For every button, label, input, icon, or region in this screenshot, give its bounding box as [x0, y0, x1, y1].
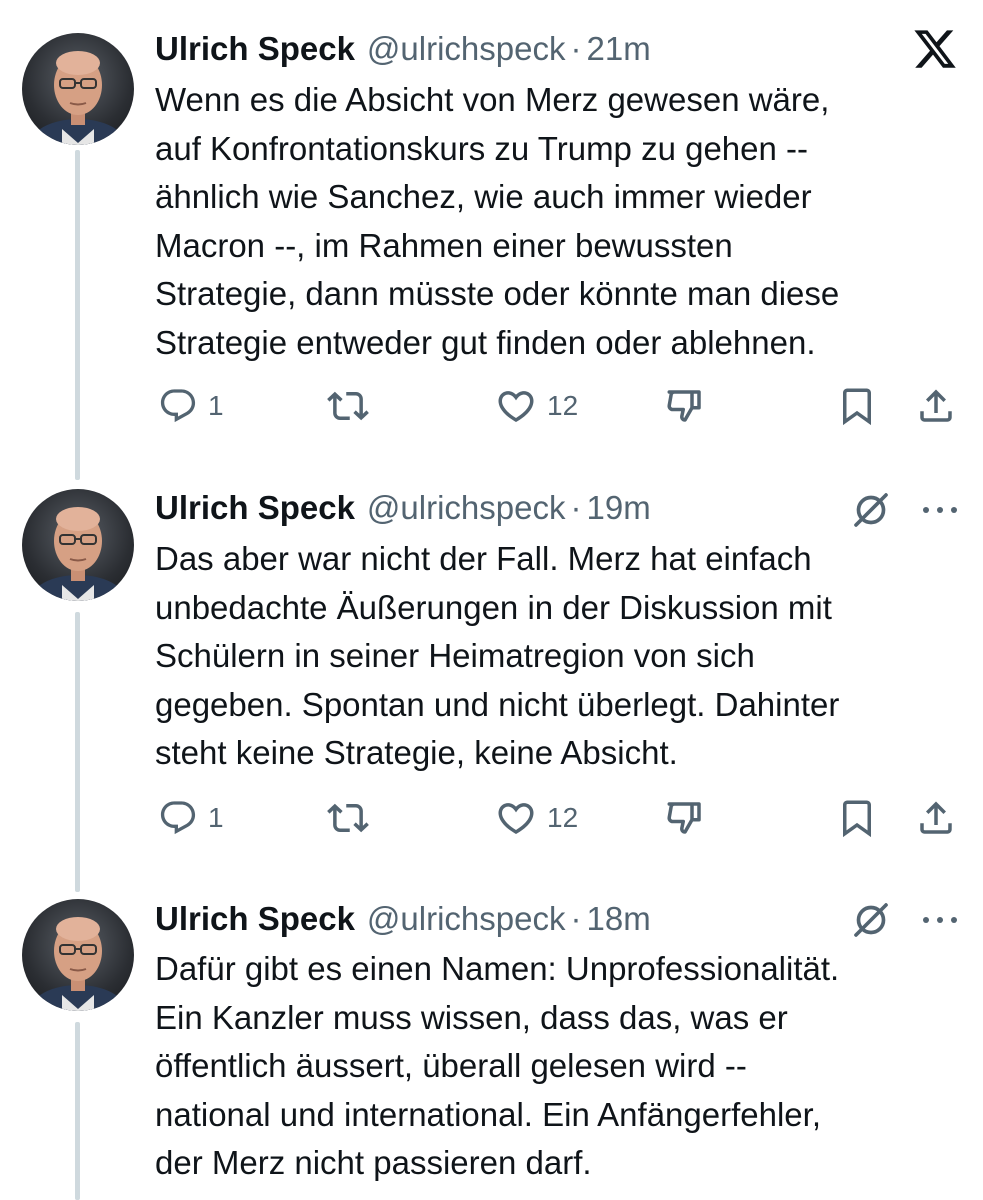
dislike-button[interactable] [664, 383, 706, 429]
timestamp[interactable]: 21m [587, 30, 651, 68]
share-icon [920, 801, 952, 834]
author-name[interactable]: Ulrich Speck [155, 900, 355, 938]
author-handle[interactable]: @ulrichspeck [367, 900, 566, 938]
bookmark-button[interactable] [836, 795, 878, 841]
share-icon [920, 389, 952, 422]
x-logo-icon [914, 30, 956, 68]
retweet-icon [327, 803, 369, 833]
retweet-button[interactable] [327, 795, 369, 841]
reply-icon [160, 801, 196, 835]
dislike-button[interactable] [664, 795, 706, 841]
reply-button[interactable]: 1 [158, 795, 224, 841]
reply-icon [160, 389, 196, 423]
thread-connector [75, 150, 80, 480]
grok-icon[interactable] [851, 490, 891, 530]
tweet-text: Das aber war nicht der Fall. Merz hat ei… [155, 540, 840, 771]
share-button[interactable] [915, 795, 957, 841]
reply-count: 1 [208, 390, 224, 421]
tweet-header: Ulrich Speck @ulrichspeck · 18m [155, 897, 651, 941]
separator-dot: · [570, 489, 582, 526]
bookmark-icon [843, 800, 871, 838]
timestamp[interactable]: 19m [587, 489, 651, 527]
like-count: 12 [547, 390, 579, 421]
tweet-header: Ulrich Speck @ulrichspeck · 21m [155, 27, 651, 71]
more-icon[interactable] [918, 910, 962, 930]
separator-dot: · [570, 900, 582, 937]
author-name[interactable]: Ulrich Speck [155, 30, 355, 68]
reply-button[interactable]: 1 [158, 383, 224, 429]
avatar[interactable] [22, 899, 134, 1011]
like-button[interactable]: 12 [495, 795, 578, 841]
dislike-icon [667, 390, 701, 422]
grok-icon[interactable] [851, 900, 891, 940]
thread-connector [75, 612, 80, 892]
bookmark-icon [843, 388, 871, 426]
like-button[interactable]: 12 [495, 383, 578, 429]
like-icon [498, 803, 534, 835]
tweet-text: Wenn es die Absicht von Merz gewesen wär… [155, 81, 840, 361]
like-icon [498, 391, 534, 423]
author-handle[interactable]: @ulrichspeck [367, 489, 566, 527]
like-count: 12 [547, 802, 579, 833]
retweet-icon [327, 391, 369, 421]
retweet-button[interactable] [327, 383, 369, 429]
thread-connector [75, 1022, 80, 1200]
more-icon[interactable] [918, 500, 962, 520]
tweet-actions: 1 12 [0, 795, 983, 841]
tweet-text: Dafür gibt es einen Namen: Unprofessiona… [155, 950, 840, 1181]
share-button[interactable] [915, 383, 957, 429]
avatar[interactable] [22, 489, 134, 601]
separator-dot: · [570, 30, 582, 67]
bookmark-button[interactable] [836, 383, 878, 429]
tweet-actions: 1 12 [0, 383, 983, 429]
tweet-header: Ulrich Speck @ulrichspeck · 19m [155, 486, 651, 530]
avatar[interactable] [22, 33, 134, 145]
author-handle[interactable]: @ulrichspeck [367, 30, 566, 68]
timestamp[interactable]: 18m [587, 900, 651, 938]
author-name[interactable]: Ulrich Speck [155, 489, 355, 527]
dislike-icon [667, 802, 701, 834]
reply-count: 1 [208, 802, 224, 833]
